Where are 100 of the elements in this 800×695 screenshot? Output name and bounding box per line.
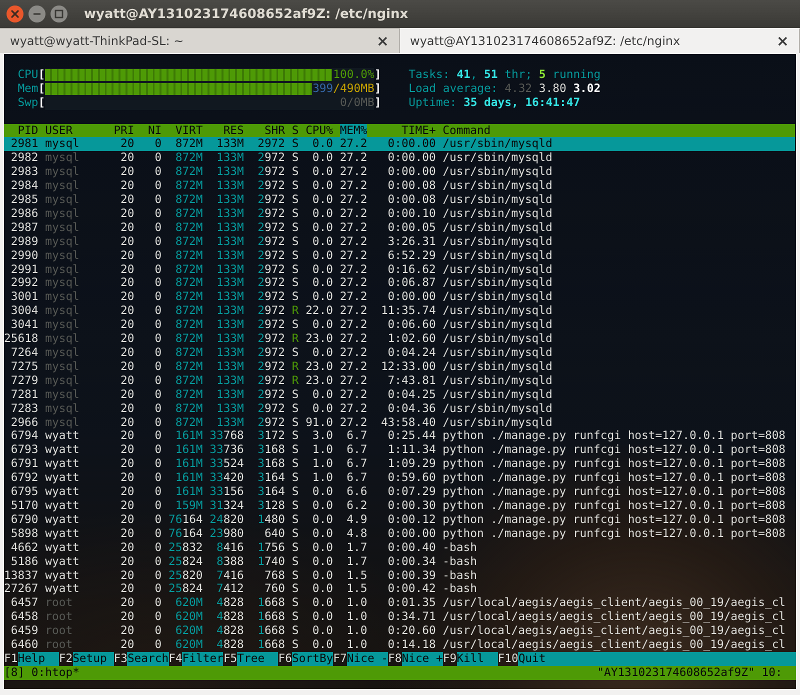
column-header[interactable]: VIRT [168, 124, 203, 138]
process-row[interactable]: 5186 wyatt 20 0 25824 8388 1740 S 0.0 1.7 0:00.34 -bash [4, 554, 795, 568]
table-cell-text: 2972 [256, 234, 286, 249]
process-row[interactable]: 2986 mysql 20 0 872M 133M 2972 S 0.0 27.2 0:00.10 /usr/sbin/mysqld [4, 206, 795, 221]
process-row[interactable]: 6791 wyatt 20 0 161M 33524 3168 S 1.0 6.7 1:09.29 python ./manage.py runfcgi host=127.0.0.1 port=808 [4, 457, 795, 472]
table-cell-text: 0 [154, 262, 162, 276]
table-cell-text: /usr/sbin/mysqld [442, 360, 554, 374]
tab-close-button[interactable]: × [776, 34, 789, 48]
table-cell: S [292, 512, 299, 527]
process-row[interactable]: 5170 wyatt 20 0 159M 31324 3128 S 0.0 6.2 0:00.30 python ./manage.py runfcgi host=127.0.0.1 port=808 [4, 498, 795, 513]
process-row[interactable]: 7279 mysql 20 0 872M 133M 2972 R 23.0 27.2 7:43.81 /usr/sbin/mysqld [4, 374, 795, 388]
process-row[interactable]: 6790 wyatt 20 0 76164 24820 1480 S 0.0 4.9 0:00.12 python ./manage.py runfcgi host=127.0.0.1 port=808 [4, 512, 795, 527]
table-cell: 27.2 [340, 388, 368, 402]
maximize-icon[interactable] [50, 5, 68, 23]
table-cell: 33524 [210, 457, 244, 472]
process-row[interactable]: 4662 wyatt 20 0 25832 8416 1756 S 0.0 1.7 0:00.40 -bash [4, 540, 795, 555]
process-row[interactable]: 6792 wyatt 20 0 161M 33420 3164 S 1.0 6.7 0:59.60 python ./manage.py runfcgi host=127.0.0.1 port=808 [4, 471, 795, 486]
terminal-tab[interactable]: wyatt@wyatt-ThinkPad-SL: ~ × [0, 28, 400, 53]
process-row[interactable]: 6794 wyatt 20 0 161M 33768 3172 S 3.0 6.7 0:25.44 python ./manage.py runfcgi host=127.0.0.1 port=808 [4, 429, 795, 444]
minimize-icon[interactable] [28, 5, 46, 23]
process-row[interactable]: 2990 mysql 20 0 872M 133M 2972 S 0.0 27.2 6:52.29 /usr/sbin/mysqld [4, 248, 795, 263]
process-row[interactable]: 7264 mysql 20 0 872M 133M 2972 S 0.0 27.2 0:04.24 /usr/sbin/mysqld [4, 346, 795, 360]
process-row[interactable]: 3041 mysql 20 0 872M 133M 2972 S 0.0 27.2 0:06.60 /usr/sbin/mysqld [4, 318, 795, 332]
tab-close-button[interactable]: × [376, 34, 389, 48]
table-cell-text: python ./manage.py runfcgi host=127.0.0.1 port=808 [442, 512, 787, 527]
table-cell: S [292, 220, 299, 235]
column-header[interactable]: TIME+ [374, 124, 436, 138]
process-row[interactable]: 2989 mysql 20 0 872M 133M 2972 S 0.0 27.2 3:26.31 /usr/sbin/mysqld [4, 234, 795, 249]
meter-bracket: [ [38, 82, 46, 96]
table-cell-text: 20 [120, 429, 134, 444]
table-cell: 27.2 [340, 193, 368, 207]
table-cell-text: 0 [154, 374, 162, 388]
process-row[interactable]: 2984 mysql 20 0 872M 133M 2972 S 0.0 27.2 0:00.08 /usr/sbin/mysqld [4, 179, 795, 194]
process-row[interactable]: 6795 wyatt 20 0 161M 33156 3164 S 0.0 6.6 0:07.29 python ./manage.py runfcgi host=127.0.0.1 port=808 [4, 485, 795, 499]
table-cell-text: 43:58.40 [380, 416, 436, 430]
process-row[interactable]: 5898 wyatt 20 0 76164 23980 640 S 0.0 4.8 0:00.00 python ./manage.py runfcgi host=127.0.0.1 port=808 [4, 526, 795, 541]
table-cell: 27.2 [340, 248, 368, 263]
table-cell-text: 20 [120, 540, 134, 555]
table-cell-text: 0.0 [311, 165, 333, 180]
process-row[interactable]: 2983 mysql 20 0 872M 133M 2972 S 0.0 27.2 0:00.00 /usr/sbin/mysqld [4, 165, 795, 180]
process-row[interactable]: 2991 mysql 20 0 872M 133M 2972 S 0.0 27.2 0:16.62 /usr/sbin/mysqld [4, 262, 795, 276]
process-row[interactable]: 3004 mysql 20 0 872M 133M 2972 R 22.0 27.2 11:35.74 /usr/sbin/mysqld [4, 304, 795, 318]
table-cell-text: 872M [174, 318, 203, 332]
table-cell-text: 0.0 [311, 206, 333, 221]
column-header[interactable]: S [292, 124, 299, 138]
table-cell-text: 872M [174, 262, 203, 276]
table-cell-text: 133M [215, 290, 244, 304]
process-row[interactable]: 2987 mysql 20 0 872M 133M 2972 S 0.0 27.2 0:00.05 /usr/sbin/mysqld [4, 220, 795, 235]
process-row[interactable]: 6458 root 20 0 620M 4828 1668 S 0.0 1.0 0:34.71 /usr/local/aegis/aegis_client/aegis_00_19/aegis_cl [4, 610, 795, 624]
process-row[interactable]: 7275 mysql 20 0 872M 133M 2972 R 23.0 27.2 12:33.00 /usr/sbin/mysqld [4, 360, 795, 374]
table-cell-text: 872M [174, 416, 203, 430]
column-header[interactable]: USER [45, 124, 107, 138]
column-header[interactable]: SHR [250, 124, 286, 138]
process-row[interactable]: 2981 mysql 20 0 872M 133M 2972 S 0.0 27.2 0:00.00 /usr/sbin/mysqld [4, 137, 795, 152]
table-cell: 27.2 [340, 332, 368, 346]
table-cell-text: 0:14.18 [386, 638, 436, 652]
table-cell-text: 3168 [256, 443, 286, 458]
table-cell-text: 0 [154, 471, 162, 486]
column-header[interactable]: NI [141, 124, 162, 138]
process-row[interactable]: 2992 mysql 20 0 872M 133M 2972 S 0.0 27.2 0:06.87 /usr/sbin/mysqld [4, 276, 795, 290]
table-cell: 33156 [210, 485, 244, 499]
process-row[interactable]: 2966 mysql 20 0 872M 133M 2972 S 91.0 27.2 43:58.40 /usr/sbin/mysqld [4, 416, 795, 430]
column-header[interactable]: MEM% [340, 124, 368, 138]
terminal-tab[interactable]: wyatt@AY131023174608652af9Z: /etc/nginx × [400, 28, 800, 53]
table-cell: 13837 [4, 568, 38, 582]
process-row[interactable]: 6457 root 20 0 620M 4828 1668 S 0.0 1.0 0:01.35 /usr/local/aegis/aegis_client/aegis_00_19/aegis_cl [4, 596, 795, 610]
process-row[interactable]: 27267 wyatt 20 0 25824 7412 760 S 0.0 1.5 0:00.42 -bash [4, 582, 795, 596]
process-row[interactable]: 3001 mysql 20 0 872M 133M 2972 S 0.0 27.2 0:00.00 /usr/sbin/mysqld [4, 290, 795, 304]
process-row[interactable]: 6459 root 20 0 620M 4828 1668 S 0.0 1.0 0:20.60 /usr/local/aegis/aegis_client/aegis_00_19/aegis_cl [4, 624, 795, 638]
column-header[interactable]: PRI [114, 124, 134, 138]
meter-reading: 100.0% [333, 66, 374, 81]
table-cell-text: 0 [154, 429, 162, 444]
table-cell-text: wyatt [45, 429, 80, 444]
close-icon[interactable] [6, 5, 24, 23]
process-row[interactable]: 7283 mysql 20 0 872M 133M 2972 S 0.0 27.2 0:04.36 /usr/sbin/mysqld [4, 402, 795, 416]
process-row[interactable]: 25618 mysql 20 0 872M 133M 2972 R 23.0 27.2 1:02.60 /usr/sbin/mysqld [4, 332, 795, 346]
column-header[interactable]: Command [442, 124, 795, 138]
table-cell-text: 2972 [256, 262, 286, 276]
table-cell-text: 0 [154, 624, 162, 638]
table-cell-text: 1668 [256, 638, 286, 652]
table-cell-text: 0.0 [311, 554, 333, 568]
table-cell: S [292, 485, 299, 499]
tab-label: wyatt@AY131023174608652af9Z: /etc/nginx [410, 34, 680, 48]
table-cell-text: 872M [174, 137, 203, 152]
table-cell: S [292, 179, 299, 194]
table-cell-text: 7283 [10, 402, 38, 416]
column-header[interactable]: RES [210, 124, 244, 138]
table-cell: 27.2 [340, 179, 368, 194]
process-row[interactable]: 13837 wyatt 20 0 25820 7416 768 S 0.0 1.5 0:00.39 -bash [4, 568, 795, 582]
table-cell: 27.2 [340, 151, 368, 166]
process-row[interactable]: 2982 mysql 20 0 872M 133M 2972 S 0.0 27.2 0:00.00 /usr/sbin/mysqld [4, 151, 795, 166]
process-row[interactable]: 2985 mysql 20 0 872M 133M 2972 S 0.0 27.2 0:00.08 /usr/sbin/mysqld [4, 193, 795, 207]
table-cell-text: 20 [120, 193, 134, 207]
table-cell-text: 0:00.12 [386, 512, 436, 527]
process-row[interactable]: 6793 wyatt 20 0 161M 33736 3168 S 1.0 6.7 1:11.34 python ./manage.py runfcgi host=127.0.0.1 port=808 [4, 443, 795, 458]
process-row[interactable]: 7281 mysql 20 0 872M 133M 2972 S 0.0 27.2 0:04.25 /usr/sbin/mysqld [4, 388, 795, 402]
process-row[interactable]: 6460 root 20 0 620M 4828 1668 S 0.0 1.0 0:14.18 /usr/local/aegis/aegis_client/aegis_00_19/aegis_cl [4, 638, 795, 652]
table-cell-text: 1668 [256, 610, 286, 624]
column-header[interactable]: PID [4, 124, 38, 138]
column-header[interactable]: CPU% [306, 124, 333, 138]
